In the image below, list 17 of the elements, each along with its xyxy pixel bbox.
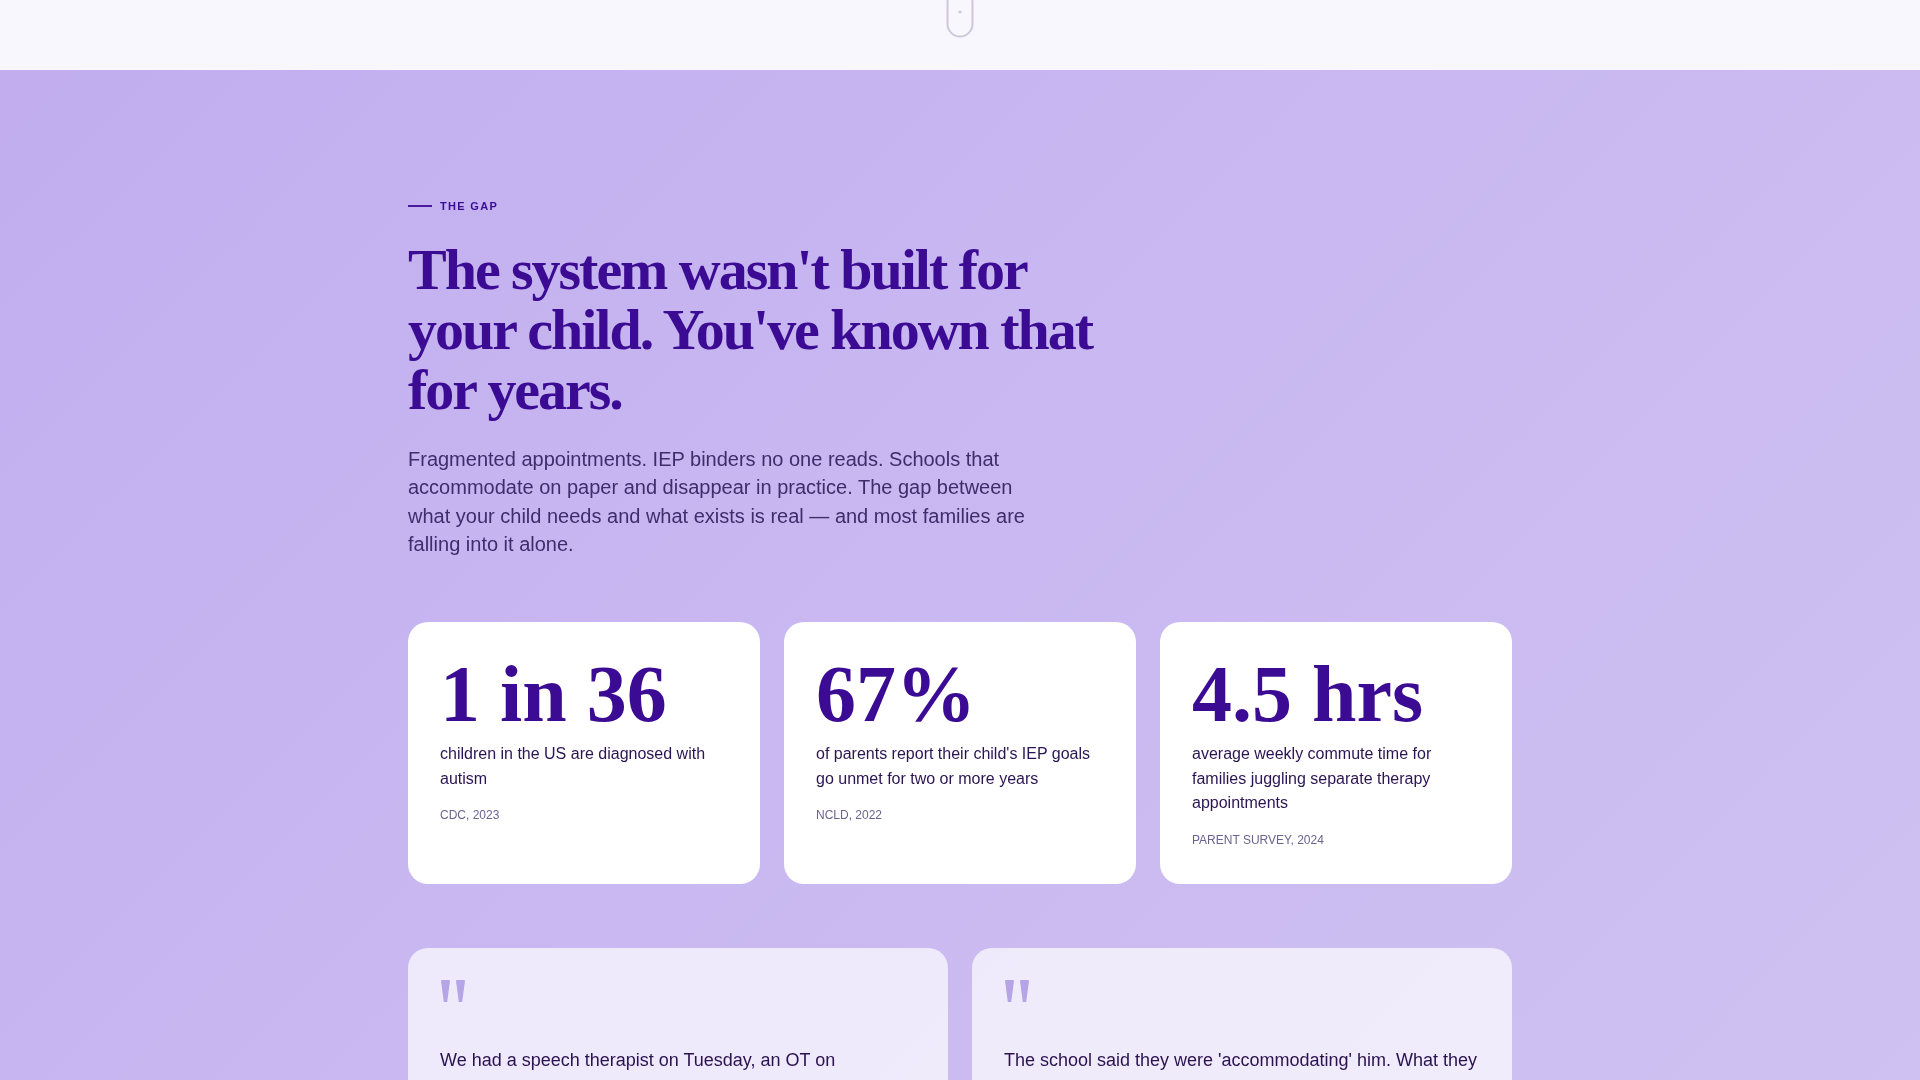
quote-mark-icon	[440, 979, 466, 1002]
stat-value: 4.5 hrs	[1192, 654, 1425, 735]
intro-paragraph: Fragmented appointments. IEP binders no one reads. Schools that accommodate on paper and disappear in practice. The gap between what your child needs and what exists is real — and most families are falling into it alone.	[408, 447, 1026, 557]
stat-source: CDC, 2023	[440, 807, 501, 824]
eyebrow-label: THE GAP	[440, 199, 499, 214]
stat-value: 1 in 36	[440, 654, 668, 735]
stat-description: children in the US are diagnosed with autism	[440, 744, 707, 789]
stat-source: NCLD, 2022	[816, 807, 884, 824]
quote-mark-icon	[1004, 979, 1030, 1002]
stat-source: PARENT SURVEY, 2024	[1192, 831, 1325, 848]
section-heading: The system wasn't built for your child. You've known that for years.	[408, 240, 1095, 420]
testimonial-quote: We had a speech therapist on Tuesday, an OT on	[440, 1048, 837, 1072]
stat-description: of parents report their child's IEP goals go unmet for two or more years	[816, 744, 1091, 789]
testimonial-quote: The school said they were 'accommodating' him. What they	[1004, 1048, 1479, 1072]
stat-value: 67%	[816, 654, 977, 735]
stat-description: average weekly commute time for families juggling separate therapy appointments	[1192, 744, 1433, 814]
scroll-mouse-icon	[946, 0, 974, 38]
